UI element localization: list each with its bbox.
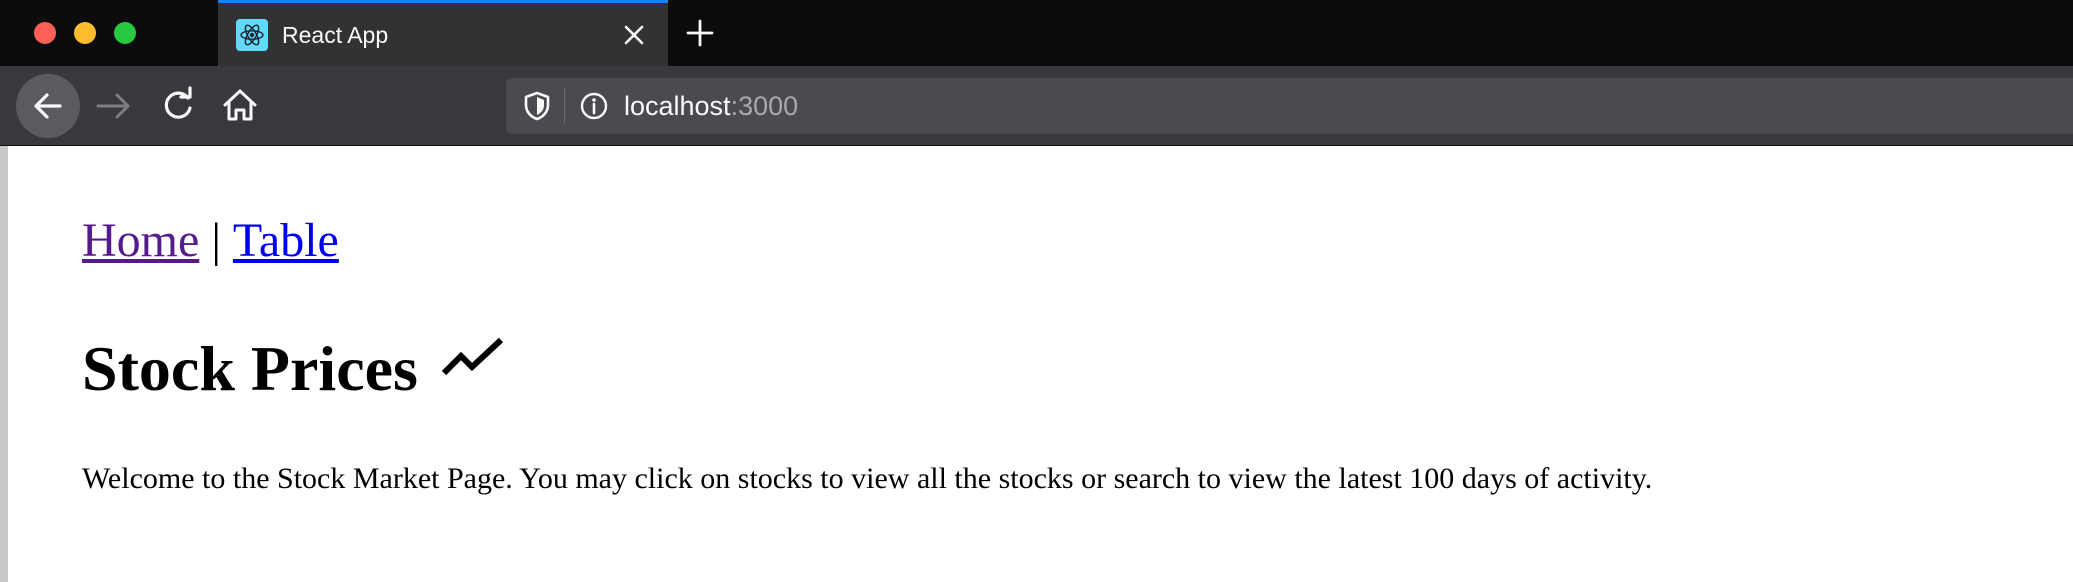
browser-tab[interactable]: React App xyxy=(218,0,668,66)
close-window-button[interactable] xyxy=(34,22,56,44)
nav-link-table[interactable]: Table xyxy=(233,214,339,267)
url-port: :3000 xyxy=(730,91,799,121)
forward-button[interactable] xyxy=(90,82,138,130)
url-divider xyxy=(564,88,565,124)
arrow-left-icon xyxy=(34,93,62,119)
nav-link-home[interactable]: Home xyxy=(82,214,199,267)
url-bar[interactable]: localhost:3000 xyxy=(506,78,2073,134)
reload-icon xyxy=(164,86,192,119)
trending-up-icon xyxy=(441,337,504,376)
nav-separator: | xyxy=(211,214,221,267)
browser-titlebar: React App xyxy=(0,0,2073,66)
maximize-window-button[interactable] xyxy=(114,22,136,44)
tab-title: React App xyxy=(282,22,389,48)
page-title: Stock Prices xyxy=(82,333,418,404)
url-text[interactable]: localhost:3000 xyxy=(624,91,798,122)
page-content: Home | Table Stock Prices Welcome to the S… xyxy=(8,147,2073,582)
react-logo-icon xyxy=(236,19,268,51)
home-button[interactable] xyxy=(216,82,264,130)
info-icon[interactable] xyxy=(578,90,610,122)
plus-icon[interactable] xyxy=(684,17,716,49)
back-button[interactable] xyxy=(16,74,80,138)
shield-icon[interactable] xyxy=(522,90,552,122)
page-nav: Home | Table xyxy=(82,217,339,265)
reload-button[interactable] xyxy=(154,82,202,130)
minimize-window-button[interactable] xyxy=(74,22,96,44)
arrow-right-icon xyxy=(96,93,130,119)
welcome-text: Welcome to the Stock Market Page. You ma… xyxy=(82,462,1653,495)
browser-toolbar: localhost:3000 xyxy=(0,66,2073,146)
url-host: localhost xyxy=(624,91,731,121)
home-icon xyxy=(223,89,257,121)
window-edge xyxy=(0,146,8,582)
close-icon[interactable] xyxy=(620,21,648,49)
